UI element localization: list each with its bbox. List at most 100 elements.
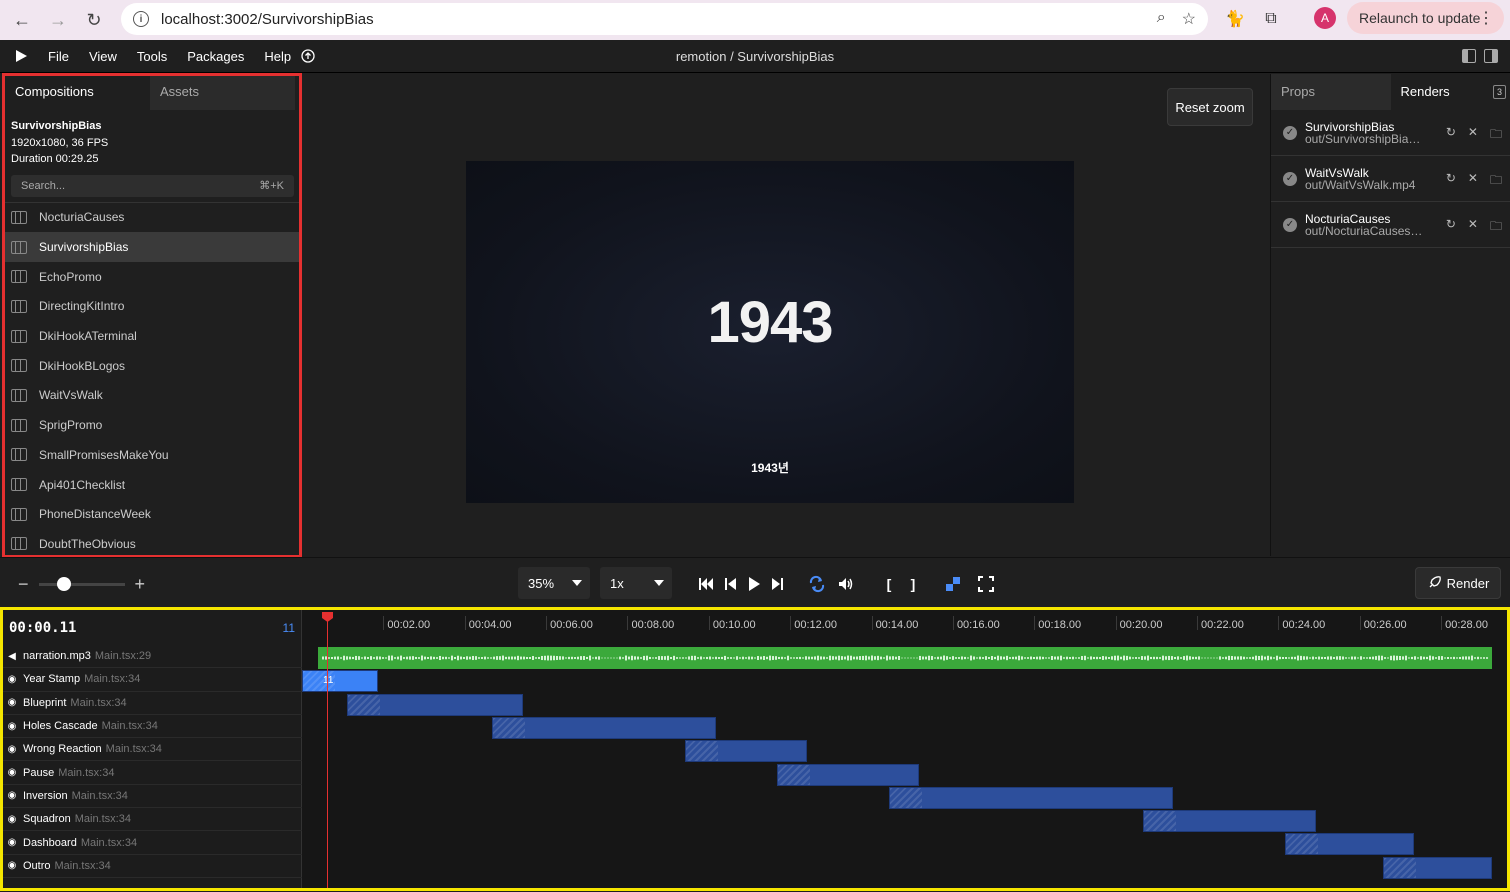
volume-icon[interactable]: [837, 575, 855, 593]
profile-avatar[interactable]: A: [1314, 7, 1336, 29]
sequence-clip[interactable]: [491, 716, 716, 739]
waveform-bar: [1228, 655, 1230, 661]
zoom-select[interactable]: 35%: [518, 567, 590, 599]
folder-icon[interactable]: 🗀: [1490, 217, 1502, 238]
sequence-clip[interactable]: 11: [302, 670, 378, 693]
menu-file[interactable]: File: [38, 49, 79, 64]
track-row[interactable]: ◉ Inversion Main.tsx:34: [3, 785, 302, 809]
back-icon[interactable]: ←: [4, 2, 40, 38]
menu-help[interactable]: Help: [254, 49, 301, 64]
sequence-clip[interactable]: [888, 786, 1174, 809]
menu-tools[interactable]: Tools: [127, 49, 177, 64]
composition-item[interactable]: SmallPromisesMakeYou: [5, 440, 300, 470]
sequence-clip[interactable]: [1142, 810, 1316, 833]
zoom-in-icon[interactable]: +: [135, 574, 146, 595]
rerender-icon[interactable]: ↻: [1446, 171, 1456, 192]
playhead[interactable]: [327, 614, 328, 888]
reload-icon[interactable]: ↻: [76, 2, 112, 38]
sequence-clip[interactable]: [776, 763, 920, 786]
waveform-bar: [742, 656, 744, 660]
track-row[interactable]: ◉ Holes Cascade Main.tsx:34: [3, 715, 302, 739]
tracks-area[interactable]: 11: [302, 645, 1507, 888]
track-row[interactable]: ◉ Blueprint Main.tsx:34: [3, 692, 302, 715]
loop-icon[interactable]: [808, 575, 826, 593]
eye-icon[interactable]: ◉: [7, 721, 17, 732]
close-icon[interactable]: ✕: [1468, 125, 1478, 146]
sequence-clip[interactable]: [1285, 833, 1414, 856]
sequence-clip[interactable]: [347, 693, 523, 716]
site-info-icon[interactable]: i: [133, 11, 149, 27]
composition-item[interactable]: PhoneDistanceWeek: [5, 499, 300, 529]
tab-props[interactable]: Props: [1271, 74, 1391, 110]
forward-icon[interactable]: →: [40, 2, 76, 38]
speed-select[interactable]: 1x: [600, 567, 672, 599]
track-row[interactable]: ◉ Dashboard Main.tsx:34: [3, 831, 302, 855]
composition-item[interactable]: Api401Checklist: [5, 470, 300, 500]
timeline-zoom-slider[interactable]: − +: [18, 574, 145, 595]
sequence-clip[interactable]: [1383, 856, 1492, 879]
upgrade-icon[interactable]: [301, 49, 315, 63]
search-input[interactable]: Search... ⌘+K: [11, 174, 294, 197]
reset-zoom-button[interactable]: Reset zoom: [1167, 88, 1253, 126]
checkerboard-icon[interactable]: [944, 575, 962, 593]
track-row[interactable]: ◉ Pause Main.tsx:34: [3, 762, 302, 785]
rerender-icon[interactable]: ↻: [1446, 125, 1456, 146]
fullscreen-icon[interactable]: [977, 575, 995, 593]
composition-item[interactable]: NocturiaCauses: [5, 203, 300, 233]
eye-icon[interactable]: ◉: [7, 837, 17, 848]
track-row[interactable]: ◉ Squadron Main.tsx:34: [3, 808, 302, 832]
composition-item[interactable]: DoubtTheObvious: [5, 529, 300, 556]
extensions-puzzle-icon[interactable]: ⧉: [1258, 6, 1284, 32]
jump-to-start-icon[interactable]: [697, 575, 715, 593]
in-point-icon[interactable]: [: [880, 575, 898, 593]
play-icon[interactable]: [745, 575, 763, 593]
speaker-icon[interactable]: ◀: [7, 651, 17, 662]
eye-icon[interactable]: ◉: [7, 697, 17, 708]
out-point-icon[interactable]: ]: [904, 575, 922, 593]
eye-icon[interactable]: ◉: [7, 790, 17, 801]
close-icon[interactable]: ✕: [1468, 217, 1478, 238]
eye-icon[interactable]: ◉: [7, 860, 17, 871]
composition-item[interactable]: DkiHookBLogos: [5, 351, 300, 381]
menu-packages[interactable]: Packages: [177, 49, 254, 64]
previous-frame-icon[interactable]: [722, 575, 740, 593]
zoom-knob[interactable]: [56, 577, 71, 591]
track-row[interactable]: ◉ Outro Main.tsx:34: [3, 855, 302, 878]
eye-icon[interactable]: ◉: [7, 814, 17, 825]
toggle-left-panel-icon[interactable]: [1462, 49, 1476, 63]
composition-item[interactable]: SprigPromo: [5, 410, 300, 440]
track-row[interactable]: ◉ Wrong Reaction Main.tsx:34: [3, 738, 302, 762]
audio-waveform-clip[interactable]: [318, 647, 1492, 669]
zoom-icon[interactable]: ⌕: [1157, 9, 1166, 29]
address-bar[interactable]: i localhost:3002/SurvivorshipBias ⌕ ☆: [121, 3, 1208, 35]
close-icon[interactable]: ✕: [1468, 171, 1478, 192]
folder-icon[interactable]: 🗀: [1490, 125, 1502, 146]
more-vert-icon[interactable]: ⋮: [1478, 8, 1494, 28]
tab-assets[interactable]: Assets: [150, 74, 295, 110]
eye-icon[interactable]: ◉: [7, 744, 17, 755]
next-frame-icon[interactable]: [768, 575, 786, 593]
track-row[interactable]: ◀ narration.mp3 Main.tsx:29: [3, 645, 302, 669]
eye-icon[interactable]: ◉: [7, 767, 17, 778]
zoom-track[interactable]: [38, 577, 125, 591]
folder-icon[interactable]: 🗀: [1490, 171, 1502, 192]
toggle-right-panel-icon[interactable]: [1484, 49, 1498, 63]
composition-item[interactable]: DkiHookATerminal: [5, 321, 300, 351]
rerender-icon[interactable]: ↻: [1446, 217, 1456, 238]
render-button[interactable]: Render: [1415, 567, 1501, 599]
track-row[interactable]: ◉ Year Stamp Main.tsx:34: [3, 668, 302, 692]
composition-item[interactable]: EchoPromo: [5, 262, 300, 292]
composition-item[interactable]: WaitVsWalk: [5, 381, 300, 411]
bookmark-star-icon[interactable]: ☆: [1182, 9, 1196, 29]
composition-item[interactable]: SurvivorshipBias: [5, 232, 300, 262]
time-ruler[interactable]: 00:02.00 00:04.00 00:06.00 00:08.00 00:10.00…: [302, 610, 1507, 645]
zoom-out-icon[interactable]: −: [18, 574, 29, 595]
sequence-clip[interactable]: [685, 740, 808, 763]
composition-item[interactable]: DirectingKitIntro: [5, 292, 300, 322]
eye-icon[interactable]: ◉: [7, 674, 17, 685]
menu-view[interactable]: View: [79, 49, 127, 64]
cat-extension-icon[interactable]: 🐈: [1222, 6, 1248, 32]
tab-compositions[interactable]: Compositions: [5, 74, 150, 110]
waveform-bar: [1342, 656, 1344, 660]
relaunch-button[interactable]: Relaunch to update ⋮: [1347, 2, 1504, 34]
